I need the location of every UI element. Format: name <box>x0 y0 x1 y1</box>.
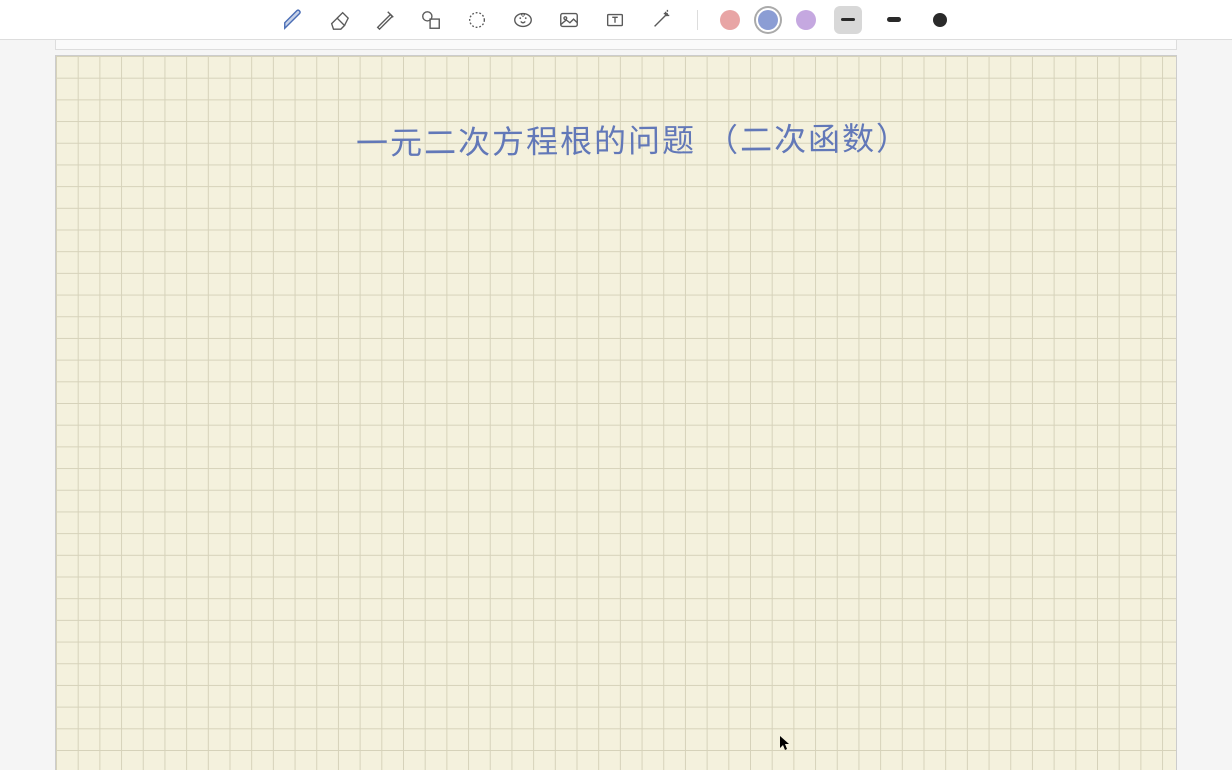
toolbar-divider <box>697 10 698 30</box>
stroke-medium[interactable] <box>880 6 908 34</box>
lasso-icon <box>466 9 488 31</box>
text-tool[interactable] <box>601 6 629 34</box>
color-blue[interactable] <box>758 10 778 30</box>
highlighter-tool[interactable] <box>371 6 399 34</box>
eraser-tool[interactable] <box>325 6 353 34</box>
wand-icon <box>650 9 672 31</box>
image-icon <box>558 9 580 31</box>
lasso-tool[interactable] <box>463 6 491 34</box>
stroke-medium-indicator <box>887 17 901 22</box>
canvas-container: 一元二次方程根的问题 （二次函数） <box>0 40 1232 770</box>
toolbar <box>0 0 1232 40</box>
color-purple[interactable] <box>796 10 816 30</box>
highlighter-icon <box>374 9 396 31</box>
text-icon <box>604 9 626 31</box>
color-pink[interactable] <box>720 10 740 30</box>
sticker-tool[interactable] <box>509 6 537 34</box>
pen-icon <box>282 9 304 31</box>
sticker-icon <box>512 9 534 31</box>
shapes-tool[interactable] <box>417 6 445 34</box>
stroke-thick-indicator <box>933 13 947 27</box>
stroke-thin-indicator <box>841 18 855 21</box>
ruler[interactable] <box>55 40 1177 50</box>
shapes-icon <box>420 9 442 31</box>
wand-tool[interactable] <box>647 6 675 34</box>
drawing-canvas[interactable]: 一元二次方程根的问题 （二次函数） <box>55 55 1177 770</box>
image-tool[interactable] <box>555 6 583 34</box>
eraser-icon <box>328 9 350 31</box>
stroke-thick[interactable] <box>926 6 954 34</box>
pen-tool[interactable] <box>279 6 307 34</box>
stroke-thin[interactable] <box>834 6 862 34</box>
handwritten-title: 一元二次方程根的问题 （二次函数） <box>356 114 910 165</box>
